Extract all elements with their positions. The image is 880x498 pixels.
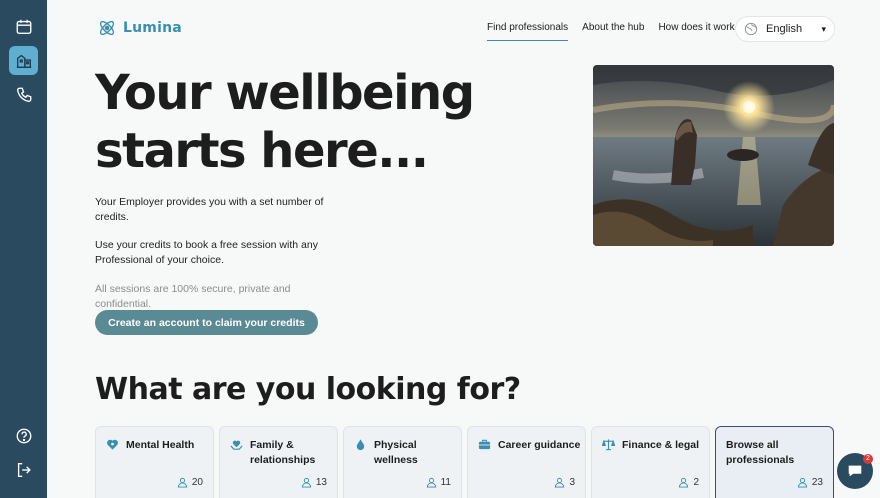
card-label: Browse all professionals [726, 439, 795, 466]
drop-icon [356, 439, 365, 451]
chevron-down-icon: ▾ [821, 23, 826, 34]
count-value: 23 [811, 477, 823, 488]
hero-title: Your wellbeing starts here... [95, 64, 475, 180]
category-cards: Mental Health 20 Family & relationships … [95, 426, 834, 498]
hero-image [593, 65, 834, 246]
language-label: English [766, 23, 803, 35]
language-selector[interactable]: English ▾ [735, 16, 835, 42]
person-icon [555, 477, 565, 488]
topbar: Lumina Find professionals About the hub … [47, 0, 880, 60]
logo-text: Lumina [123, 20, 182, 36]
nav-about-the-hub[interactable]: About the hub [582, 22, 644, 41]
nav-how-does-it-work[interactable]: How does it work [658, 22, 734, 41]
section-title: What are you looking for? [95, 372, 521, 407]
count-value: 11 [440, 477, 451, 488]
heart-hands-icon [230, 440, 243, 450]
sidebar [0, 0, 47, 498]
category-card-physical-wellness[interactable]: Physical wellness 11 [343, 426, 462, 498]
person-icon [679, 477, 689, 488]
professionals-count: 23 [797, 477, 823, 488]
person-icon [301, 477, 311, 488]
card-label: Career guidance [498, 439, 581, 451]
hero-paragraph-secure: All sessions are 100% secure, private an… [95, 283, 291, 310]
professionals-count: 2 [678, 477, 699, 488]
professionals-count: 11 [426, 477, 451, 488]
count-value: 20 [191, 477, 203, 488]
card-label: Family & relationships [250, 439, 316, 466]
hero-title-line2: starts here... [95, 123, 429, 179]
category-card-mental-health[interactable]: Mental Health 20 [95, 426, 214, 498]
nav-find-professionals[interactable]: Find professionals [487, 22, 569, 41]
help-icon[interactable] [9, 421, 38, 450]
hero-paragraph-book: Use your credits to book a free session … [95, 239, 318, 266]
card-label: Physical wellness [374, 439, 418, 466]
calendar-icon[interactable] [9, 12, 38, 41]
globe-icon [744, 22, 758, 36]
category-card-family-relationships[interactable]: Family & relationships 13 [219, 426, 338, 498]
person-icon [177, 477, 187, 488]
heart-brain-icon [107, 439, 118, 450]
main-nav: Find professionals About the hub How doe… [487, 22, 735, 41]
hero-paragraph-credits: Your Employer provides you with a set nu… [95, 196, 324, 223]
professionals-count: 13 [301, 477, 327, 488]
hub-icon[interactable] [9, 46, 38, 75]
count-value: 13 [315, 477, 327, 488]
create-account-button[interactable]: Create an account to claim your credits [95, 310, 318, 335]
category-card-finance-legal[interactable]: Finance & legal 2 [591, 426, 710, 498]
professionals-count: 20 [177, 477, 203, 488]
count-value: 3 [569, 477, 575, 488]
chat-notification-badge: 2 [863, 454, 873, 464]
briefcase-icon [478, 439, 491, 450]
category-card-career-guidance[interactable]: Career guidance 3 [467, 426, 586, 498]
chat-bubble-icon [848, 465, 862, 477]
person-icon [797, 477, 807, 488]
professionals-count: 3 [554, 477, 575, 488]
card-label: Mental Health [126, 439, 195, 451]
logout-icon[interactable] [9, 455, 38, 484]
phone-icon[interactable] [9, 80, 38, 109]
scales-icon [602, 439, 615, 451]
card-label: Finance & legal [622, 439, 700, 451]
logo[interactable]: Lumina [97, 18, 182, 38]
logo-atom-icon [99, 20, 115, 36]
hero-title-line1: Your wellbeing [95, 65, 475, 121]
count-value: 2 [693, 477, 699, 488]
person-icon [426, 477, 436, 488]
category-card-browse-all[interactable]: Browse all professionals 23 [715, 426, 834, 498]
